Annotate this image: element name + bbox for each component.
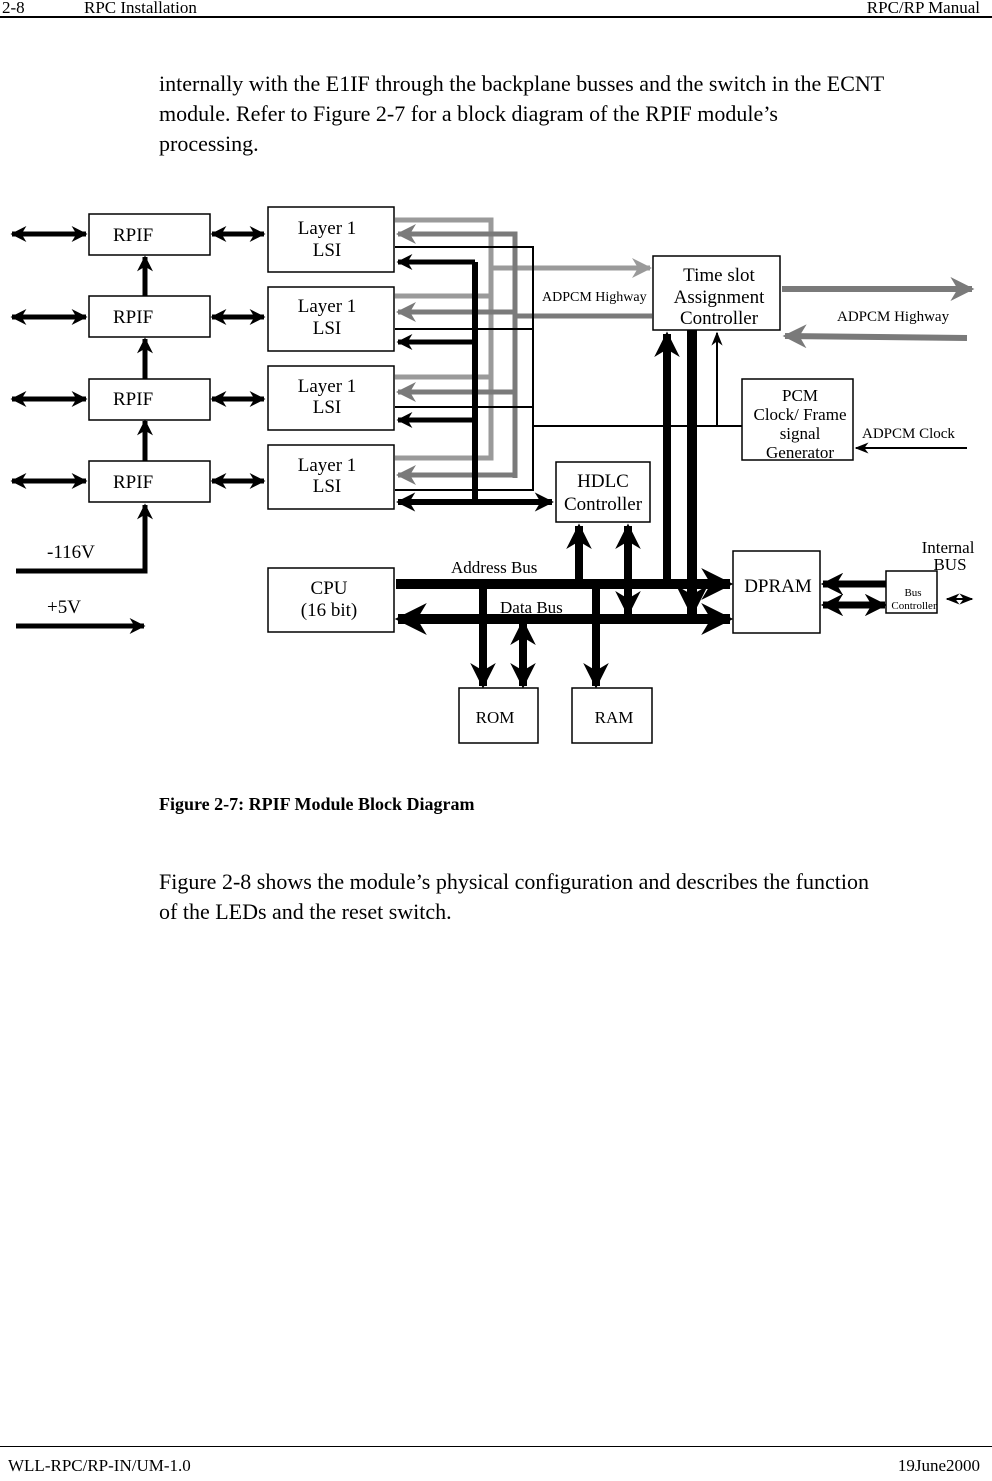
- internal-bus-label-line2: BUS: [933, 555, 966, 574]
- layer1-block-1: Layer 1 LSI: [267, 206, 395, 273]
- follow-line-2: of the LEDs and the reset switch.: [159, 899, 452, 924]
- pcm-clock-frame-generator: PCM Clock/ Frame signal Generator: [741, 378, 854, 462]
- rom-label: ROM: [476, 708, 515, 727]
- rpif-label: RPIF: [113, 225, 153, 246]
- rpif-label: RPIF: [113, 389, 153, 410]
- layer1-block-4: Layer 1 LSI: [267, 444, 395, 510]
- adpcm-clock-label: ADPCM Clock: [862, 426, 955, 442]
- footer-rule: [0, 1446, 992, 1447]
- layer1-label-line2: LSI: [313, 318, 342, 339]
- adpcm-highway-label-right: ADPCM Highway: [837, 309, 950, 325]
- layer1-label-line1: Layer 1: [298, 296, 357, 317]
- pcm-label-line3: signal: [780, 424, 821, 443]
- ram-block: RAM: [571, 687, 653, 744]
- rom-block: ROM: [458, 687, 539, 744]
- bus-controller: Bus Controller: [885, 570, 938, 614]
- tsac-label-line3: Controller: [680, 308, 759, 329]
- rpif-layer1-arrows: [210, 225, 266, 490]
- rpif-block-1: RPIF: [88, 213, 211, 256]
- minus-116v-label: -116V: [47, 542, 95, 563]
- cpu-label-line2: (16 bit): [301, 600, 357, 621]
- header-rule: [0, 16, 992, 18]
- layer1-block-3: Layer 1 LSI: [267, 365, 395, 431]
- pcm-label-line2: Clock/ Frame: [753, 405, 846, 424]
- rpif-block-4: RPIF: [88, 460, 211, 503]
- layer1-label-line2: LSI: [313, 240, 342, 261]
- document-id: WLL-RPC/RP-IN/UM-1.0: [8, 1456, 191, 1475]
- layer1-label-line2: LSI: [313, 397, 342, 418]
- page-number: 2-8: [2, 0, 25, 17]
- cpu-label-line1: CPU: [311, 578, 348, 599]
- data-bus-label: Data Bus: [500, 598, 563, 617]
- section-title: RPC Installation: [84, 0, 197, 17]
- layer1-label-line2: LSI: [313, 476, 342, 497]
- tsac-label-line2: Assignment: [674, 287, 766, 308]
- rpif-block-2: RPIF: [88, 295, 211, 338]
- hdlc-label-line2: Controller: [564, 494, 643, 515]
- intro-line-1: internally with the E1IF through the bac…: [159, 71, 885, 96]
- time-slot-assignment-controller: Time slot Assignment Controller: [652, 255, 781, 331]
- hdlc-label-line1: HDLC: [577, 471, 629, 492]
- rpif-label: RPIF: [113, 472, 153, 493]
- adpcm-highway-return-arrow: [782, 324, 968, 349]
- rpif-block-diagram: -116V +5V RPIF RPIF RPIF RPIF Layer 1 LS…: [10, 206, 975, 744]
- page-header: 2-8 RPC Installation RPC/RP Manual: [0, 0, 992, 18]
- layer1-label-line1: Layer 1: [298, 218, 357, 239]
- rpif-block-3: RPIF: [88, 378, 211, 421]
- pcm-label-line1: PCM: [782, 386, 818, 405]
- adpcm-highway-label-left: ADPCM Highway: [542, 290, 647, 305]
- tsac-label-line1: Time slot: [683, 265, 755, 286]
- plus-5v-label: +5V: [47, 597, 81, 618]
- figure-caption: Figure 2-7: RPIF Module Block Diagram: [159, 794, 475, 814]
- bus-controller-label-line1: Bus: [904, 587, 921, 599]
- dpram-label: DPRAM: [744, 576, 812, 597]
- ram-label: RAM: [595, 708, 634, 727]
- intro-line-2: module. Refer to Figure 2-7 for a block …: [159, 101, 778, 126]
- pcm-label-line4: Generator: [766, 443, 834, 462]
- rpif-label: RPIF: [113, 307, 153, 328]
- layer1-label-line1: Layer 1: [298, 455, 357, 476]
- document-date: 19June2000: [897, 1456, 980, 1475]
- intro-line-3: processing.: [159, 131, 259, 156]
- external-line-arrows: [10, 225, 88, 490]
- manual-title: RPC/RP Manual: [866, 0, 980, 17]
- address-bus-label: Address Bus: [451, 558, 537, 577]
- hdlc-controller: HDLC Controller: [555, 461, 651, 523]
- follow-line-1: Figure 2-8 shows the module’s physical c…: [159, 869, 869, 894]
- layer1-label-line1: Layer 1: [298, 376, 357, 397]
- bus-controller-label-line2: Controller: [891, 600, 937, 612]
- layer1-block-2: Layer 1 LSI: [267, 286, 395, 352]
- cpu-block: CPU (16 bit): [267, 567, 395, 633]
- dpram-block: DPRAM: [732, 550, 821, 634]
